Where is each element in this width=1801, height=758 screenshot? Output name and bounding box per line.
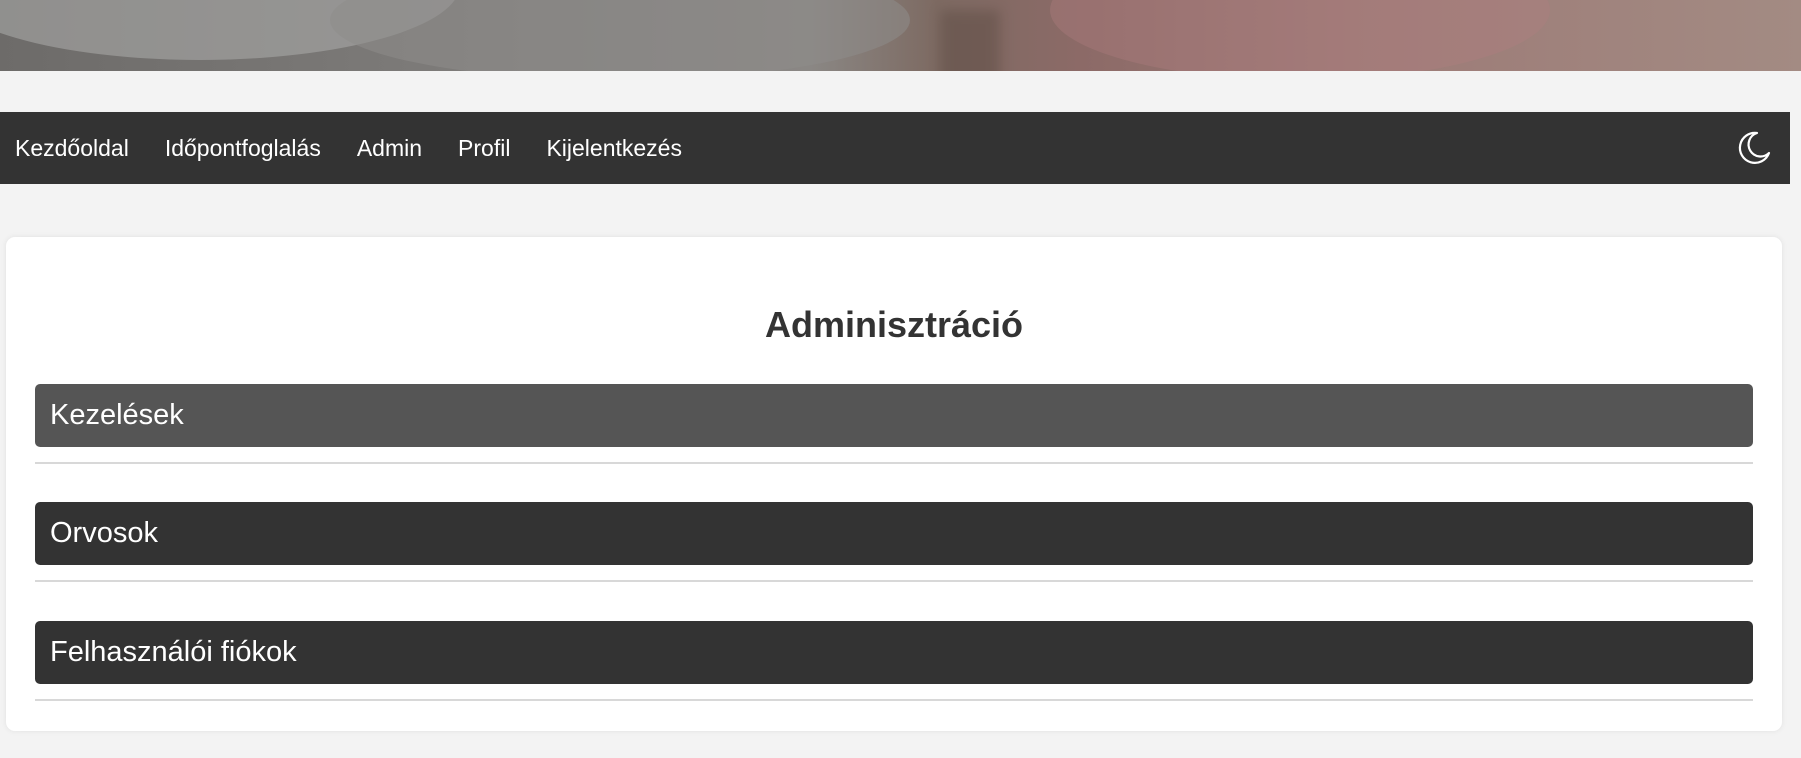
section-divider xyxy=(35,580,1753,582)
nav-link-home[interactable]: Kezdőoldal xyxy=(15,135,129,162)
banner-shape xyxy=(1050,0,1550,71)
section-header-treatments[interactable]: Kezelések xyxy=(35,384,1753,447)
page-title: Adminisztráció xyxy=(764,304,1024,345)
banner-shape xyxy=(330,0,910,71)
nav-links: Kezdőoldal Időpontfoglalás Admin Profil … xyxy=(0,112,718,184)
moon-icon xyxy=(1738,131,1771,164)
banner-shape xyxy=(940,10,1000,71)
section-header-doctors[interactable]: Orvosok xyxy=(35,502,1753,565)
nav-link-booking[interactable]: Időpontfoglalás xyxy=(165,135,321,162)
section-divider xyxy=(35,699,1753,701)
section-divider xyxy=(35,462,1753,464)
nav-link-logout[interactable]: Kijelentkezés xyxy=(546,135,682,162)
nav-link-profile[interactable]: Profil xyxy=(458,135,510,162)
dark-mode-toggle[interactable] xyxy=(1732,126,1776,170)
section-header-user-accounts[interactable]: Felhasználói fiókok xyxy=(35,621,1753,684)
main-navbar: Kezdőoldal Időpontfoglalás Admin Profil … xyxy=(0,112,1790,184)
header-banner-image xyxy=(0,0,1801,71)
nav-link-admin[interactable]: Admin xyxy=(357,135,422,162)
